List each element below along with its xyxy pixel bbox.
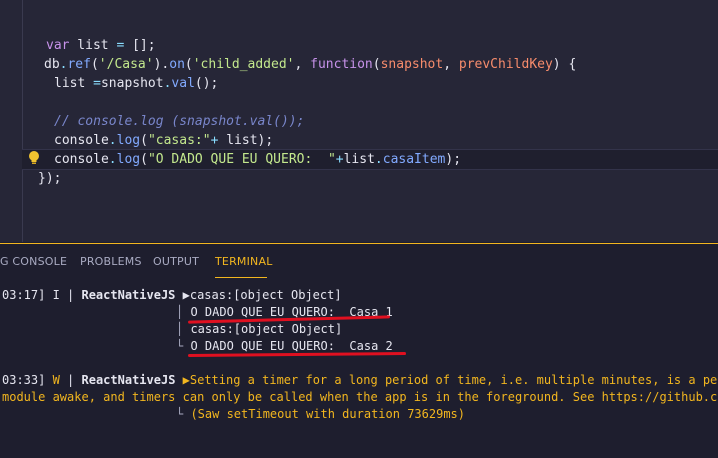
terminal-line: │ casas:[object Object] xyxy=(176,322,343,336)
indent-guide xyxy=(22,0,23,242)
lightbulb-icon[interactable] xyxy=(28,150,40,166)
tab-problems[interactable]: PROBLEMS xyxy=(80,255,142,268)
code-line-1: var list = []; xyxy=(46,38,156,53)
code-line-log-dado: console.log("O DADO QUE EU QUERO: "+list… xyxy=(54,152,462,167)
code-line-close: }); xyxy=(38,171,62,186)
code-line-log-casas: console.log("casas:"+ list); xyxy=(54,133,274,148)
active-tab-indicator xyxy=(215,277,267,278)
panel-tabs: G CONSOLE PROBLEMS OUTPUT TERMINAL xyxy=(0,244,718,278)
code-editor[interactable]: var list = []; db.ref('/Casa').on('child… xyxy=(0,0,718,242)
terminal-line: module awake, and timers can only be cal… xyxy=(2,390,718,404)
terminal-line: 03:33] W | ReactNativeJS ▶Setting a time… xyxy=(2,373,718,387)
terminal-line: └ (Saw setTimeout with duration 73629ms) xyxy=(176,407,465,421)
red-annotation-underline xyxy=(187,352,407,357)
tab-terminal[interactable]: TERMINAL xyxy=(215,255,273,268)
code-line-comment: // console.log (snapshot.val()); xyxy=(54,114,305,129)
tab-debug-console[interactable]: G CONSOLE xyxy=(0,255,67,268)
bottom-panel: G CONSOLE PROBLEMS OUTPUT TERMINAL 03:17… xyxy=(0,243,718,458)
code-line-3: list =snapshot.val(); xyxy=(54,76,219,91)
code-line-2: db.ref('/Casa').on('child_added', functi… xyxy=(44,57,577,72)
tab-output[interactable]: OUTPUT xyxy=(153,255,199,268)
terminal-line: 03:17] I | ReactNativeJS ▶casas:[object … xyxy=(2,288,342,302)
